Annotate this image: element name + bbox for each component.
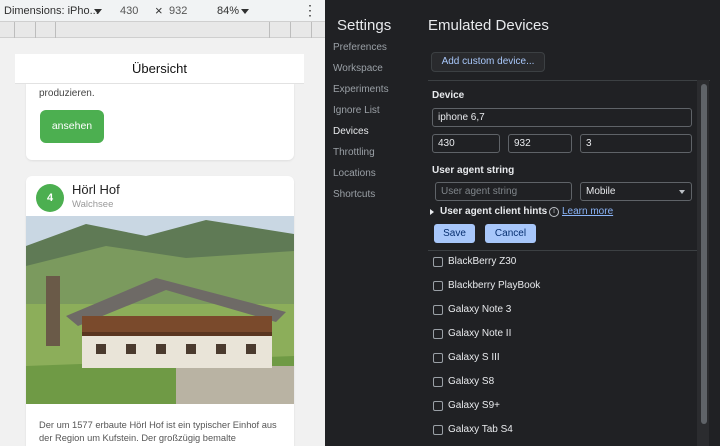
device-name: Galaxy Note 3 (448, 304, 512, 315)
list-item[interactable]: Galaxy Tab S4 (428, 419, 700, 443)
chevron-down-icon[interactable] (241, 9, 249, 14)
device-checkbox[interactable] (433, 377, 443, 387)
ruler-divider (35, 22, 36, 38)
times-icon: × (155, 3, 163, 18)
device-toolbar: Dimensions: iPho... 430 × 932 84% ⋮ (0, 0, 325, 22)
zoom-dropdown[interactable]: 84% (217, 5, 239, 17)
nav-item-throttling[interactable]: Throttling (333, 147, 375, 158)
ruler-divider (55, 22, 56, 38)
media-query-ruler[interactable] (0, 22, 325, 38)
device-name: Galaxy S8 (448, 376, 495, 387)
list-item[interactable]: Galaxy Note 3 (428, 299, 700, 323)
nav-item-devices[interactable]: Devices (333, 126, 369, 137)
nav-item-locations[interactable]: Locations (333, 168, 376, 179)
nav-item-shortcuts[interactable]: Shortcuts (333, 189, 375, 200)
chevron-down-icon[interactable] (94, 9, 102, 14)
card-text: produzieren. (39, 88, 95, 99)
nav-item-workspace[interactable]: Workspace (333, 63, 383, 74)
user-agent-type-value: Mobile (586, 186, 616, 197)
height-input[interactable]: 932 (508, 134, 572, 153)
more-options-icon[interactable]: ⋮ (303, 2, 317, 19)
dimensions-dropdown[interactable]: Dimensions: iPho... (4, 5, 99, 17)
place-card: 4 Hörl Hof Walchsee Der um 1577 erbaute … (26, 176, 294, 446)
device-name: Galaxy S III (448, 352, 500, 363)
add-custom-device-button[interactable]: Add custom device... (431, 52, 545, 72)
save-button[interactable]: Save (434, 224, 475, 243)
device-checkbox[interactable] (433, 305, 443, 315)
width-input[interactable]: 430 (432, 134, 500, 153)
nav-item-experiments[interactable]: Experiments (333, 84, 389, 95)
device-editor: Device iphone 6,7 430 932 3 User agent s… (428, 80, 710, 250)
panel-title: Emulated Devices (428, 17, 549, 34)
device-checkbox[interactable] (433, 425, 443, 435)
device-checkbox[interactable] (433, 353, 443, 363)
list-item[interactable]: BlackBerry Z30 (428, 251, 700, 275)
emulated-page: produzieren. ansehen 4 Hörl Hof Walchsee (15, 54, 304, 446)
ruler-divider (311, 22, 312, 38)
place-description: Der um 1577 erbaute Hörl Hof ist ein typ… (39, 420, 277, 443)
user-agent-input[interactable]: User agent string (435, 182, 572, 201)
number-badge: 4 (36, 184, 64, 212)
device-name: Galaxy Tab S4 (448, 424, 513, 435)
device-checkbox[interactable] (433, 401, 443, 411)
list-item[interactable]: Galaxy S9+ (428, 395, 700, 419)
nav-item-preferences[interactable]: Preferences (333, 42, 387, 53)
device-name-input[interactable]: iphone 6,7 (432, 108, 692, 127)
learn-more-link[interactable]: Learn more (562, 206, 613, 217)
device-checkbox[interactable] (433, 329, 443, 339)
place-title: Hörl Hof (72, 182, 120, 197)
list-item[interactable]: Galaxy S III (428, 347, 700, 371)
user-agent-label: User agent string (432, 165, 515, 176)
settings-title: Settings (337, 17, 392, 34)
place-card: produzieren. ansehen (26, 78, 294, 160)
client-hints-toggle[interactable]: User agent client hints (440, 206, 547, 217)
list-item[interactable]: Galaxy S8 (428, 371, 700, 395)
device-name: Blackberry PlayBook (448, 280, 541, 291)
device-name: Galaxy Note II (448, 328, 512, 339)
chevron-down-icon (679, 190, 685, 194)
expand-triangle-icon[interactable] (430, 209, 434, 215)
info-icon: i (549, 207, 559, 217)
list-item[interactable]: Galaxy Note II (428, 323, 700, 347)
device-name: Galaxy S9+ (448, 400, 500, 411)
nav-item-ignore-list[interactable]: Ignore List (333, 105, 380, 116)
ruler-divider (14, 22, 15, 38)
cancel-button[interactable]: Cancel (485, 224, 536, 243)
dpr-input[interactable]: 3 (580, 134, 692, 153)
scrollbar-thumb[interactable] (701, 84, 707, 424)
device-checkbox[interactable] (433, 281, 443, 291)
device-checkbox[interactable] (433, 257, 443, 267)
user-agent-type-select[interactable]: Mobile (580, 182, 692, 201)
device-label: Device (432, 90, 465, 101)
farmhouse-photo (26, 216, 294, 404)
width-input[interactable]: 430 (120, 5, 138, 17)
devtools-settings: Settings Preferences Workspace Experimen… (325, 0, 720, 446)
ruler-divider (269, 22, 270, 38)
view-button[interactable]: ansehen (40, 110, 104, 143)
page-header: Übersicht (15, 54, 304, 84)
ruler-divider (290, 22, 291, 38)
device-viewport: Dimensions: iPho... 430 × 932 84% ⋮ prod… (0, 0, 325, 446)
place-subtitle: Walchsee (72, 199, 114, 210)
list-item[interactable]: Blackberry PlayBook (428, 275, 700, 299)
device-name: BlackBerry Z30 (448, 256, 517, 267)
height-input[interactable]: 932 (169, 5, 187, 17)
device-list: BlackBerry Z30 Blackberry PlayBook Galax… (428, 250, 700, 435)
